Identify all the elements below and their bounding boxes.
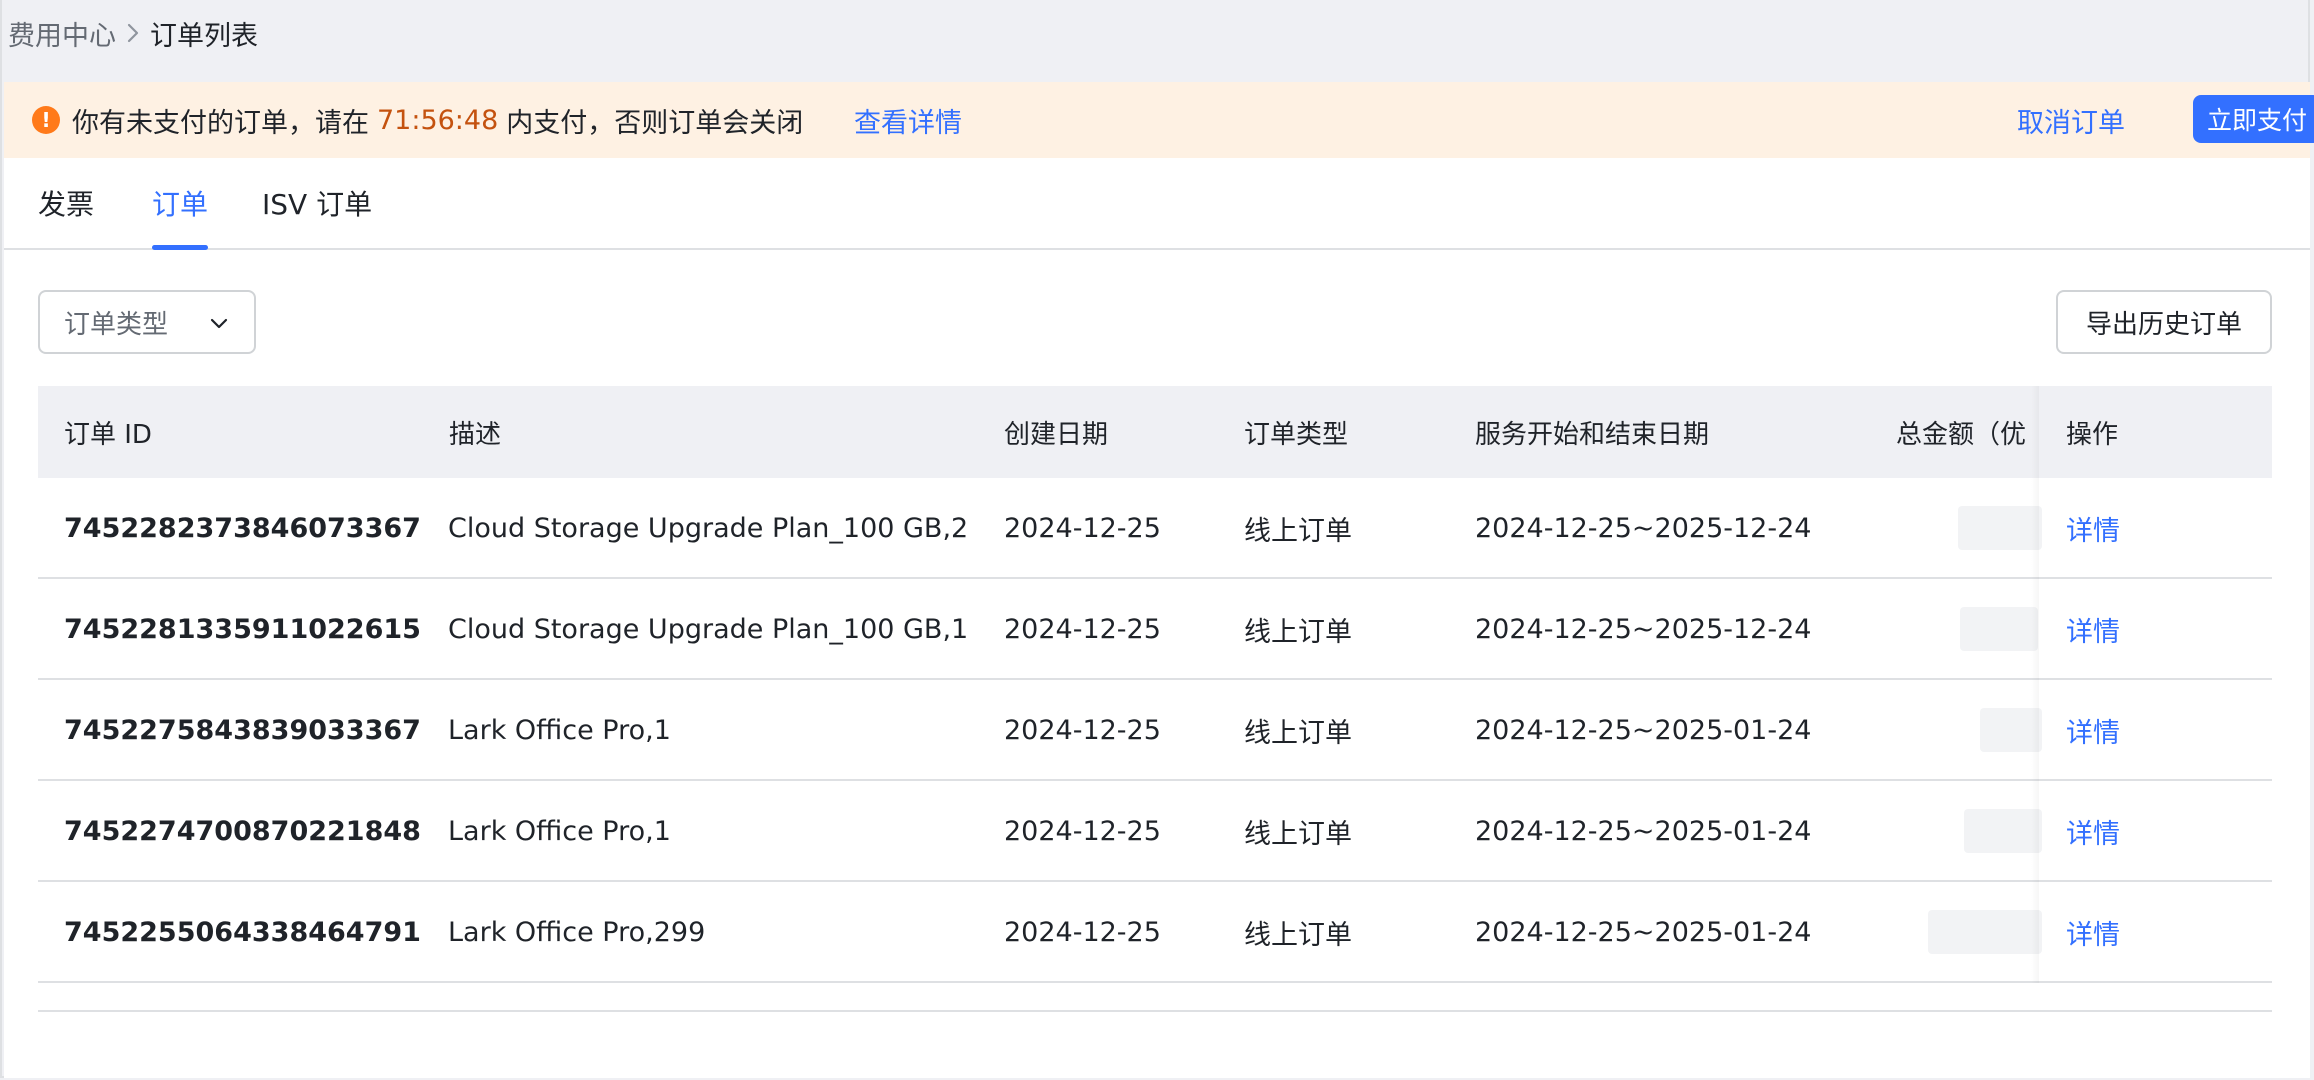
order-details-link[interactable]: 详情 <box>2066 680 2120 781</box>
table-row: 7452255064338464791 Lark Office Pro,299 … <box>38 882 2272 983</box>
column-header-actions: 操作 <box>2066 419 2119 450</box>
description-cell: Lark Office Pro,1 <box>448 816 671 847</box>
table-row: 7452282373846073367 Cloud Storage Upgrad… <box>38 478 2272 579</box>
cancel-order-button[interactable]: 取消订单 <box>2017 82 2125 158</box>
created-date-cell: 2024-12-25 <box>1004 816 1161 847</box>
column-header-description: 描述 <box>449 419 502 450</box>
column-header-created-date: 创建日期 <box>1004 419 1109 450</box>
tab-orders[interactable]: 订单 <box>152 158 209 250</box>
order-details-link[interactable]: 详情 <box>2066 781 2120 882</box>
description-cell: Lark Office Pro,299 <box>448 917 706 948</box>
column-header-service-period: 服务开始和结束日期 <box>1475 419 1710 450</box>
table-row: 7452281335911022615 Cloud Storage Upgrad… <box>38 579 2272 680</box>
service-period-cell: 2024-12-25~2025-01-24 <box>1475 816 1812 847</box>
order-id-cell: 7452255064338464791 <box>64 917 421 948</box>
order-details-link[interactable]: 详情 <box>2066 882 2120 983</box>
service-period-cell: 2024-12-25~2025-12-24 <box>1475 513 1812 544</box>
description-cell: Cloud Storage Upgrade Plan_100 GB,2 <box>448 513 969 544</box>
created-date-cell: 2024-12-25 <box>1004 513 1161 544</box>
total-amount-cell-redacted <box>1960 607 2038 651</box>
table-row: 7452275843839033367 Lark Office Pro,1 20… <box>38 680 2272 781</box>
order-details-link[interactable]: 详情 <box>2066 478 2120 579</box>
banner-message-prefix: 你有未支付的订单，请在 <box>72 107 369 139</box>
table-bottom-border <box>38 1010 2272 1012</box>
breadcrumb-current: 订单列表 <box>150 20 258 52</box>
warning-icon: ! <box>32 106 60 134</box>
column-header-order-id: 订单 ID <box>64 419 152 450</box>
order-type-cell: 线上订单 <box>1244 819 1352 850</box>
created-date-cell: 2024-12-25 <box>1004 715 1161 746</box>
tab-bar: 发票 订单 ISV 订单 <box>4 158 2310 250</box>
main-panel: 发票 订单 ISV 订单 订单类型 导出历史订单 订单 ID 描述 创建日期 订… <box>4 158 2310 1078</box>
view-details-link[interactable]: 查看详情 <box>854 82 962 158</box>
breadcrumb: 费用中心 订单列表 <box>8 0 258 66</box>
chevron-right-icon <box>116 23 150 43</box>
breadcrumb-parent[interactable]: 费用中心 <box>8 14 116 53</box>
tab-invoice[interactable]: 发票 <box>38 158 94 248</box>
countdown-timer: 71:56:48 <box>377 104 499 136</box>
order-type-cell: 线上订单 <box>1244 920 1352 951</box>
total-amount-cell-redacted <box>1964 809 2042 853</box>
order-id-cell: 7452274700870221848 <box>64 816 421 847</box>
tab-isv-orders[interactable]: ISV 订单 <box>262 158 372 248</box>
banner-message: 你有未支付的订单，请在 71:56:48 内支付，否则订单会关闭 <box>72 82 803 158</box>
banner-message-suffix: 内支付，否则订单会关闭 <box>506 107 804 139</box>
total-amount-cell-redacted <box>1980 708 2042 752</box>
page-frame: 费用中心 订单列表 ! 你有未支付的订单，请在 71:56:48 内支付，否则订… <box>0 0 2314 1078</box>
order-id-cell: 7452275843839033367 <box>64 715 421 746</box>
table-row: 7452274700870221848 Lark Office Pro,1 20… <box>38 781 2272 882</box>
description-cell: Cloud Storage Upgrade Plan_100 GB,1 <box>448 614 969 645</box>
chevron-down-icon <box>208 312 230 342</box>
pay-now-button[interactable]: 立即支付 <box>2193 95 2314 143</box>
order-id-cell: 7452282373846073367 <box>64 513 421 544</box>
service-period-cell: 2024-12-25~2025-01-24 <box>1475 917 1812 948</box>
order-type-filter-label: 订单类型 <box>64 309 169 340</box>
created-date-cell: 2024-12-25 <box>1004 614 1161 645</box>
order-type-cell: 线上订单 <box>1244 516 1352 547</box>
order-id-cell: 7452281335911022615 <box>64 614 421 645</box>
order-details-link[interactable]: 详情 <box>2066 579 2120 680</box>
service-period-cell: 2024-12-25~2025-12-24 <box>1475 614 1812 645</box>
unpaid-order-banner: ! 你有未支付的订单，请在 71:56:48 内支付，否则订单会关闭 查看详情 … <box>4 82 2314 158</box>
total-amount-cell-redacted <box>1928 910 2042 954</box>
export-history-orders-button[interactable]: 导出历史订单 <box>2056 290 2272 354</box>
service-period-cell: 2024-12-25~2025-01-24 <box>1475 715 1812 746</box>
order-type-cell: 线上订单 <box>1244 617 1352 648</box>
description-cell: Lark Office Pro,1 <box>448 715 671 746</box>
column-header-order-type: 订单类型 <box>1244 419 1349 450</box>
order-type-cell: 线上订单 <box>1244 718 1352 749</box>
column-header-total-amount: 总金额（优 <box>1896 419 2027 450</box>
total-amount-cell-redacted <box>1958 506 2042 550</box>
table-header: 订单 ID 描述 创建日期 订单类型 服务开始和结束日期 总金额（优 操作 <box>38 386 2272 478</box>
order-type-filter[interactable]: 订单类型 <box>38 290 256 354</box>
orders-table: 订单 ID 描述 创建日期 订单类型 服务开始和结束日期 总金额（优 操作 74… <box>38 386 2272 1012</box>
created-date-cell: 2024-12-25 <box>1004 917 1161 948</box>
